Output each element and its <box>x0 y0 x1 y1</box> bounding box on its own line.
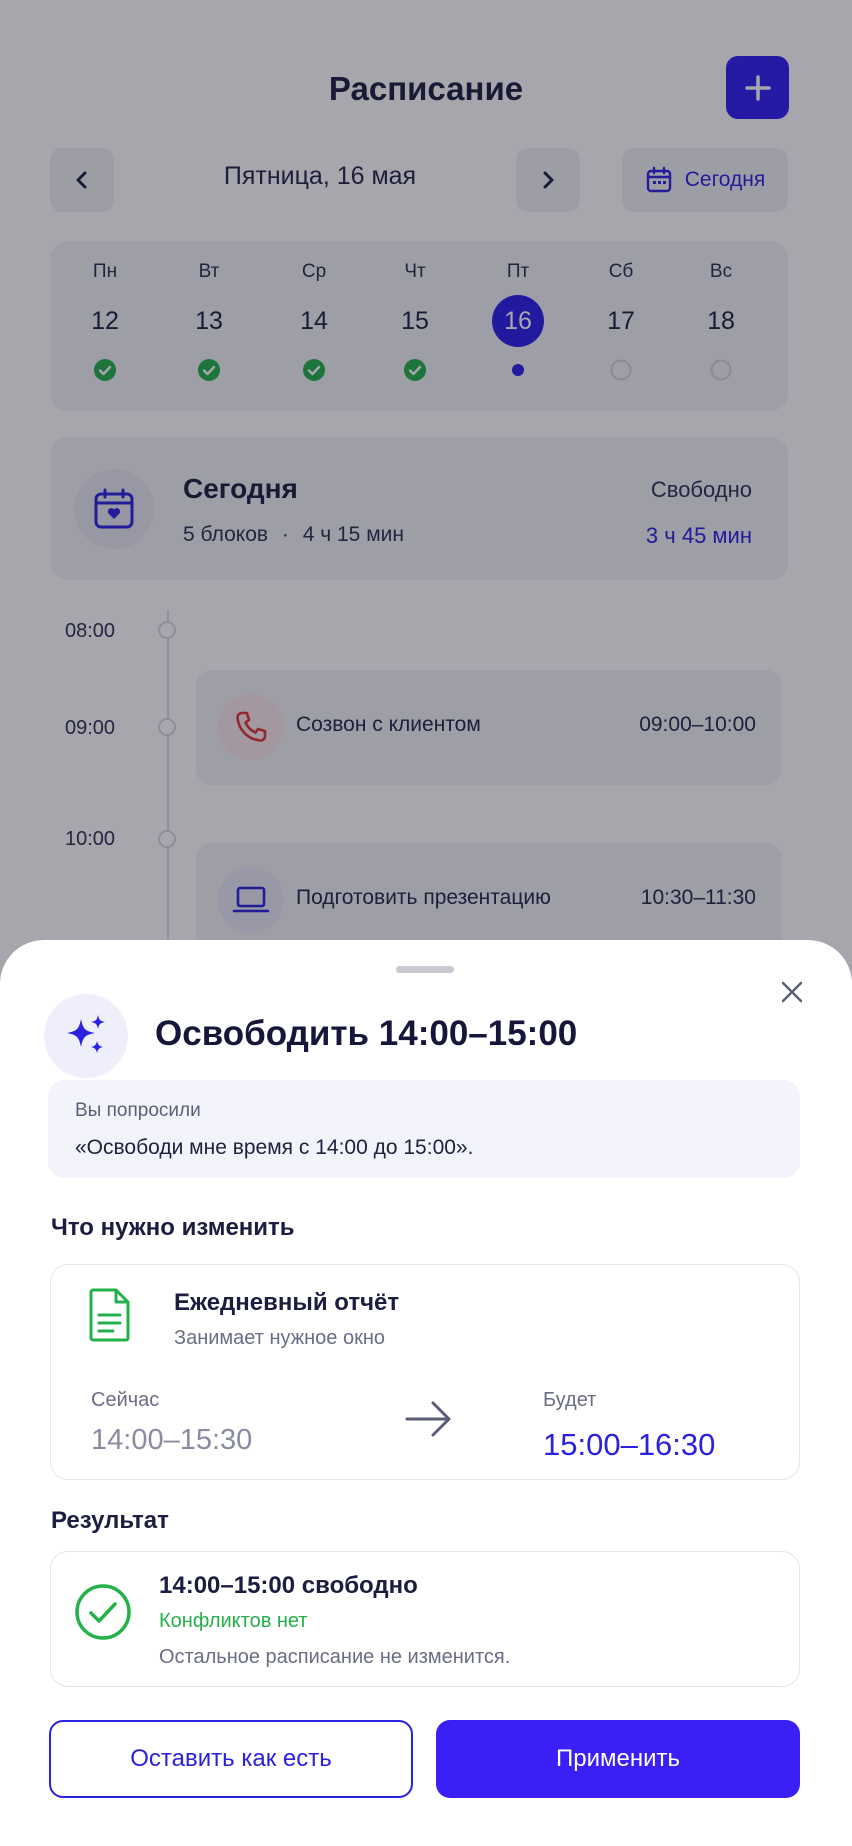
changes-heading: Что нужно изменить <box>51 1214 295 1241</box>
result-status: Конфликтов нет <box>159 1610 308 1632</box>
now-value: 14:00–15:30 <box>91 1424 253 1456</box>
task-title: Ежедневный отчёт <box>174 1289 400 1316</box>
close-icon <box>781 981 803 1003</box>
sheet-title: Освободить 14:00–15:00 <box>155 1014 578 1053</box>
document-icon <box>89 1288 130 1342</box>
change-card: Ежедневный отчёт Занимает нужное окно Се… <box>50 1264 800 1480</box>
request-box: Вы попросили «Освободи мне время с 14:00… <box>48 1080 800 1178</box>
apply-button[interactable]: Применить <box>436 1720 800 1798</box>
keep-as-is-button[interactable]: Оставить как есть <box>49 1720 413 1798</box>
free-time-bottom-sheet: Освободить 14:00–15:00 Вы попросили «Осв… <box>0 940 852 1846</box>
will-label: Будет <box>543 1389 597 1411</box>
sparkles-icon <box>44 994 128 1078</box>
result-card: 14:00–15:00 свободно Конфликтов нет Оста… <box>50 1551 800 1687</box>
now-label: Сейчас <box>91 1389 160 1411</box>
arrow-right-icon <box>405 1401 451 1437</box>
sheet-grabber[interactable] <box>396 966 454 973</box>
task-subtitle: Занимает нужное окно <box>174 1327 386 1349</box>
result-note: Остальное расписание не изменится. <box>159 1646 511 1668</box>
request-text: «Освободи мне время с 14:00 до 15:00». <box>75 1136 474 1159</box>
result-title: 14:00–15:00 свободно <box>159 1572 418 1599</box>
close-button[interactable] <box>774 974 810 1010</box>
request-label: Вы попросили <box>75 1100 201 1121</box>
check-circle-icon <box>75 1584 131 1640</box>
will-value: 15:00–16:30 <box>543 1427 716 1462</box>
result-heading: Результат <box>51 1507 169 1534</box>
